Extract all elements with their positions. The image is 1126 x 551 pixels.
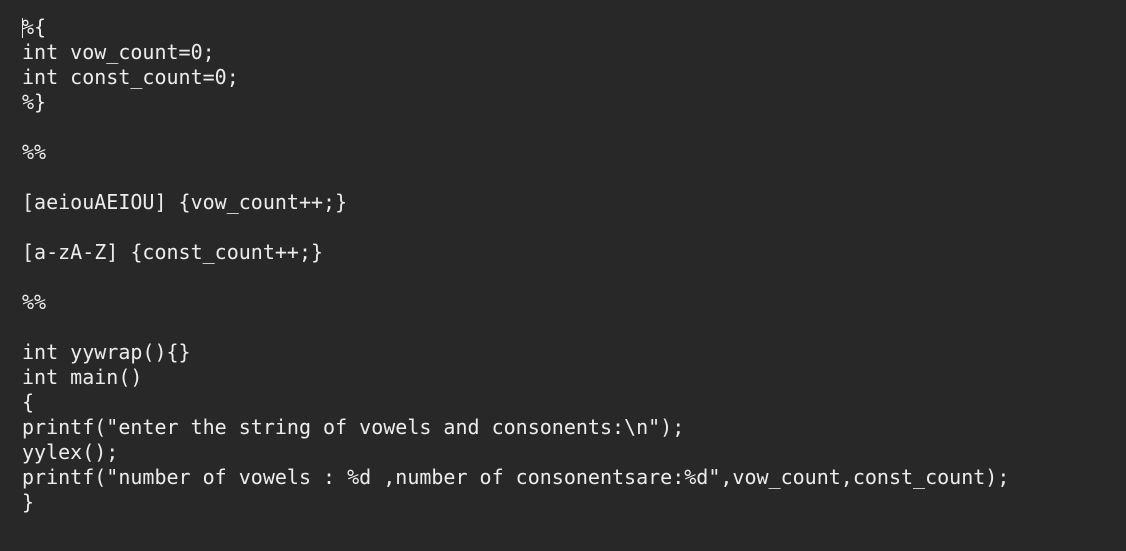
code-line-1[interactable]: %{: [22, 15, 1126, 40]
code-editor[interactable]: %{ int vow_count=0; int const_count=0; %…: [0, 0, 1126, 551]
code-line-15[interactable]: int main(): [22, 365, 1126, 390]
code-line-3[interactable]: int const_count=0;: [22, 65, 1126, 90]
code-line-14[interactable]: int yywrap(){}: [22, 340, 1126, 365]
code-line-18[interactable]: yylex();: [22, 440, 1126, 465]
code-line-19[interactable]: printf("number of vowels : %d ,number of…: [22, 465, 1126, 490]
code-line-20[interactable]: }: [22, 490, 1126, 515]
code-line-7[interactable]: [22, 165, 1126, 190]
code-line-5[interactable]: [22, 115, 1126, 140]
code-line-12[interactable]: %%: [22, 290, 1126, 315]
code-line-9[interactable]: [22, 215, 1126, 240]
code-line-11[interactable]: [22, 265, 1126, 290]
code-line-10[interactable]: [a-zA-Z] {const_count++;}: [22, 240, 1126, 265]
code-line-6[interactable]: %%: [22, 140, 1126, 165]
code-line-17[interactable]: printf("enter the string of vowels and c…: [22, 415, 1126, 440]
code-line-4[interactable]: %}: [22, 90, 1126, 115]
code-line-13[interactable]: [22, 315, 1126, 340]
code-line-8[interactable]: [aeiouAEIOU] {vow_count++;}: [22, 190, 1126, 215]
code-line-16[interactable]: {: [22, 390, 1126, 415]
code-line-2[interactable]: int vow_count=0;: [22, 40, 1126, 65]
